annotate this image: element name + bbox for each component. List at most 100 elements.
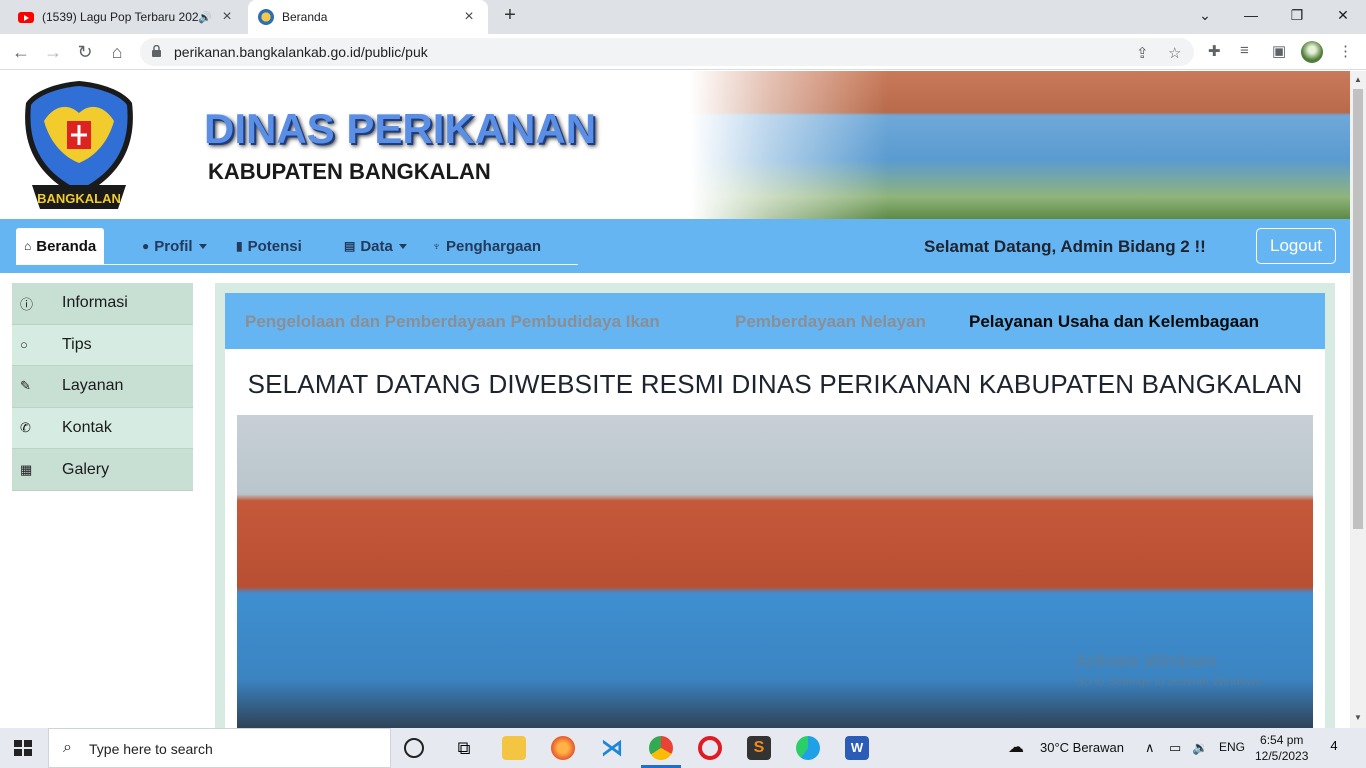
weather-icon[interactable]: ☁ [1008, 737, 1024, 757]
sidebar-item-kontak[interactable]: ✆ Kontak [12, 407, 193, 450]
firefox-icon[interactable] [551, 736, 575, 760]
site-favicon [258, 9, 274, 25]
nav-divider [16, 264, 578, 265]
scrollbar-thumb[interactable] [1353, 89, 1363, 529]
nav-label: Potensi [247, 237, 302, 255]
system-clock[interactable]: 6:54 pm 12/5/2023 [1255, 732, 1308, 764]
sidebar-item-label: Kontak [62, 419, 112, 437]
show-hidden-icons[interactable]: ∧ [1145, 740, 1155, 756]
share-icon[interactable]: ⇪ [1136, 44, 1149, 62]
language-indicator[interactable]: ENG [1219, 740, 1245, 754]
bookmark-star-icon[interactable]: ☆ [1168, 44, 1181, 62]
opera-icon[interactable] [698, 736, 722, 760]
nav-data[interactable]: ▤ Data [344, 228, 407, 264]
windows-start-icon[interactable] [14, 740, 32, 756]
web-page: BANGKALAN DINAS PERIKANAN KABUPATEN BANG… [0, 71, 1350, 728]
tab-beranda[interactable]: Beranda × [248, 0, 488, 34]
new-tab-button[interactable]: + [498, 4, 522, 30]
scroll-down-icon[interactable]: ▼ [1354, 713, 1362, 722]
page-scrollbar[interactable]: ▲ ▼ [1350, 71, 1366, 728]
welcome-message: Selamat Datang, Admin Bidang 2 !! [924, 237, 1206, 256]
activate-windows-watermark: Activate Windows [1075, 651, 1218, 671]
close-tab-icon[interactable]: × [218, 8, 236, 26]
sub-navbar: Pengelolaan dan Pemberdayaan Pembudidaya… [225, 293, 1325, 349]
clock-time: 6:54 pm [1260, 733, 1304, 747]
windows-taskbar: ⌕ Type here to search ⧉ ⋊ S W ☁ 30°C Ber… [0, 728, 1366, 768]
clock-date: 12/5/2023 [1255, 749, 1309, 763]
browser-tab-strip: (1539) Lagu Pop Terbaru 202 🔊 × Beranda … [0, 0, 1366, 34]
extensions-icon[interactable]: ✚ [1208, 42, 1221, 60]
logout-button[interactable]: Logout [1256, 228, 1336, 264]
sidebar-item-galery[interactable]: ▦ Galery [12, 449, 193, 491]
cortana-icon[interactable] [404, 738, 424, 758]
sidebar-item-layanan[interactable]: ✎ Layanan [12, 366, 193, 408]
notification-center-icon[interactable]: 4 [1323, 738, 1345, 758]
sublime-text-icon[interactable]: S [747, 736, 771, 760]
volume-icon[interactable]: 🔉 [1192, 740, 1208, 756]
back-icon[interactable]: ← [8, 39, 34, 65]
subnav-pemberdayaan-nelayan[interactable]: Pemberdayaan Nelayan [735, 312, 926, 332]
profile-avatar[interactable] [1301, 41, 1323, 63]
chevron-down-icon [198, 243, 207, 249]
url-text[interactable]: perikanan.bangkalankab.go.id/public/puk [174, 44, 428, 60]
nav-penghargaan[interactable]: ♆ Penghargaan [432, 228, 541, 264]
battery-icon[interactable]: ▭ [1169, 740, 1181, 756]
address-toolbar: ← → ↻ ⌂ perikanan.bangkalankab.go.id/pub… [0, 34, 1366, 70]
notification-count: 4 [1330, 738, 1338, 753]
menu-kebab-icon[interactable]: ⋮ [1338, 42, 1353, 60]
chrome-icon[interactable] [641, 736, 681, 768]
nav-label: Data [360, 237, 393, 255]
sidebar-item-informasi[interactable]: ⓘ Informasi [12, 283, 193, 325]
nav-label: Profil [154, 237, 193, 255]
nav-potensi[interactable]: ▮ Potensi [236, 228, 302, 264]
home-icon[interactable]: ⌂ [104, 39, 130, 65]
edge-icon[interactable] [796, 736, 820, 760]
sidebar-item-tips[interactable]: ○ Tips [12, 324, 193, 367]
subnav-pembudidaya-ikan[interactable]: Pengelolaan dan Pemberdayaan Pembudidaya… [245, 312, 660, 332]
gallery-icon: ▦ [20, 461, 33, 477]
nav-beranda[interactable]: ⌂ Beranda [16, 228, 105, 264]
database-icon: ▤ [344, 239, 356, 253]
user-icon: ● [142, 239, 150, 253]
audio-playing-icon[interactable]: 🔊 [198, 11, 212, 24]
reload-icon[interactable]: ↻ [72, 39, 98, 65]
site-title: DINAS PERIKANAN [204, 105, 597, 152]
sidebar-item-label: Informasi [62, 294, 128, 312]
lock-icon[interactable] [152, 45, 161, 57]
bangkalan-logo[interactable]: BANGKALAN [22, 77, 136, 213]
forward-icon[interactable]: → [40, 39, 66, 65]
restore-button[interactable]: ❐ [1274, 0, 1320, 30]
youtube-icon [18, 11, 34, 23]
file-explorer-icon[interactable] [502, 736, 526, 760]
home-icon: ⌂ [24, 239, 32, 253]
phone-icon: ✆ [20, 420, 31, 436]
subnav-pelayanan-usaha[interactable]: Pelayanan Usaha dan Kelembagaan [969, 312, 1259, 332]
tab-youtube[interactable]: (1539) Lagu Pop Terbaru 202 🔊 × [8, 0, 246, 34]
header-building-photo [690, 71, 1350, 219]
weather-text[interactable]: 30°C Berawan [1040, 740, 1124, 755]
sidebar-item-label: Galery [62, 460, 110, 478]
site-subtitle: KABUPATEN BANGKALAN [208, 159, 491, 184]
side-panel-icon[interactable]: ▣ [1272, 42, 1286, 60]
sidebar-item-label: Layanan [62, 377, 124, 395]
nav-label: Beranda [36, 237, 97, 255]
scroll-up-icon[interactable]: ▲ [1354, 75, 1362, 84]
task-view-icon[interactable]: ⧉ [452, 736, 476, 760]
word-icon[interactable]: W [845, 736, 869, 760]
sidebar-item-label: Tips [62, 335, 92, 353]
sidebar: ⓘ Informasi ○ Tips ✎ Layanan ✆ Kontak ▦ … [12, 283, 193, 491]
tab-search-icon[interactable]: ⌄ [1182, 0, 1228, 30]
trophy-icon: ♆ [432, 239, 441, 253]
nav-profil[interactable]: ● Profil [142, 228, 207, 264]
minimize-button[interactable]: — [1228, 0, 1274, 30]
media-control-icon[interactable]: ≡ [1240, 42, 1249, 59]
vscode-icon[interactable]: ⋊ [600, 736, 624, 760]
taskbar-search[interactable]: ⌕ Type here to search [48, 728, 391, 768]
lightbulb-icon: ○ [20, 337, 28, 353]
page-title: SELAMAT DATANG DIWEBSITE RESMI DINAS PER… [247, 369, 1303, 399]
tab-title: (1539) Lagu Pop Terbaru 202 [42, 10, 199, 24]
close-window-button[interactable]: ✕ [1320, 0, 1366, 30]
address-bar[interactable]: perikanan.bangkalankab.go.id/public/puk … [140, 38, 1194, 66]
close-tab-icon[interactable]: × [460, 8, 478, 26]
bookmark-icon: ▮ [236, 239, 243, 253]
